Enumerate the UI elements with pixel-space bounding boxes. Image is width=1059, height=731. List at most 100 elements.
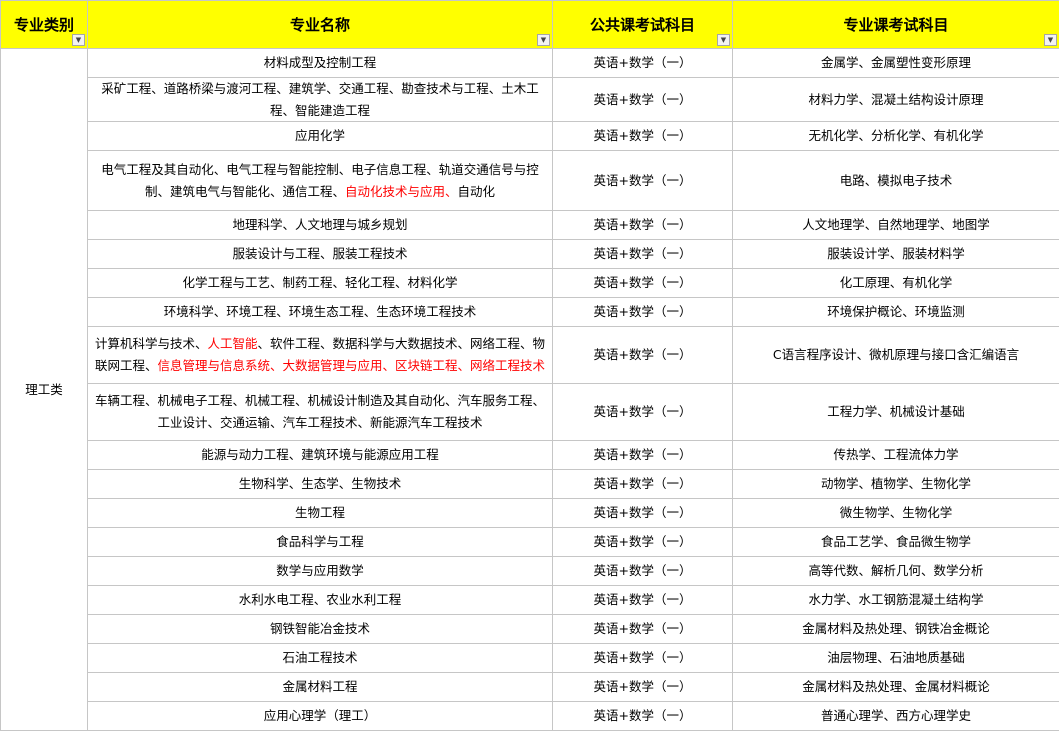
table-body: 理工类材料成型及控制工程英语+数学（一）金属学、金属塑性变形原理采矿工程、道路桥…: [1, 49, 1059, 731]
table-row: 化学工程与工艺、制药工程、轻化工程、材料化学 英语+数学（一）化工原理、有机化学: [1, 269, 1059, 298]
public-exam-cell: 英语+数学（一）: [553, 557, 733, 586]
public-exam-cell: 英语+数学（一）: [553, 499, 733, 528]
table-row: 电气工程及其自动化、电气工程与智能控制、电子信息工程、轨道交通信号与控制、建筑电…: [1, 151, 1059, 211]
table-row: 金属材料工程英语+数学（一）金属材料及热处理、金属材料概论: [1, 673, 1059, 702]
major-text: 应用化学: [295, 128, 345, 143]
major-cell: 数学与应用数学: [88, 557, 553, 586]
header-category-label: 专业类别: [14, 16, 74, 34]
table-row: 钢铁智能冶金技术英语+数学（一）金属材料及热处理、钢铁冶金概论: [1, 615, 1059, 644]
public-exam-cell: 英语+数学（一）: [553, 441, 733, 470]
major-cell: 环境科学、环境工程、环境生态工程、生态环境工程技术: [88, 298, 553, 327]
header-public-exam: 公共课考试科目 ▼: [553, 1, 733, 49]
table-row: 生物科学、生态学、生物技术 英语+数学（一）动物学、植物学、生物化学: [1, 470, 1059, 499]
major-cell: 生物科学、生态学、生物技术: [88, 470, 553, 499]
major-text: 生物工程: [295, 505, 345, 520]
professional-exam-cell: 油层物理、石油地质基础: [733, 644, 1059, 673]
header-major: 专业名称 ▼: [88, 1, 553, 49]
major-cell: 计算机科学与技术、人工智能、软件工程、数据科学与大数据技术、网络工程、物联网工程…: [88, 327, 553, 384]
public-exam-cell: 英语+数学（一）: [553, 327, 733, 384]
major-text: 石油工程技术: [282, 650, 357, 665]
table-row: 地理科学、人文地理与城乡规划英语+数学（一）人文地理学、自然地理学、地图学: [1, 211, 1059, 240]
table-row: 车辆工程、机械电子工程、机械工程、机械设计制造及其自动化、汽车服务工程、工业设计…: [1, 384, 1059, 441]
professional-exam-cell: 水力学、水工钢筋混凝土结构学: [733, 586, 1059, 615]
major-text: 食品科学与工程: [276, 534, 364, 549]
public-exam-cell: 英语+数学（一）: [553, 122, 733, 151]
table-row: 环境科学、环境工程、环境生态工程、生态环境工程技术 英语+数学（一）环境保护概论、…: [1, 298, 1059, 327]
public-exam-cell: 英语+数学（一）: [553, 151, 733, 211]
professional-exam-cell: 人文地理学、自然地理学、地图学: [733, 211, 1059, 240]
major-cell: 石油工程技术: [88, 644, 553, 673]
public-exam-cell: 英语+数学（一）: [553, 384, 733, 441]
major-text: 生物科学、生态学、生物技术: [239, 476, 402, 491]
professional-exam-cell: C语言程序设计、微机原理与接口含汇编语言: [733, 327, 1059, 384]
table-row: 数学与应用数学英语+数学（一）高等代数、解析几何、数学分析: [1, 557, 1059, 586]
professional-exam-cell: 动物学、植物学、生物化学: [733, 470, 1059, 499]
table-row: 能源与动力工程、建筑环境与能源应用工程 英语+数学（一）传热学、工程流体力学: [1, 441, 1059, 470]
table-row: 生物工程 英语+数学（一）微生物学、生物化学: [1, 499, 1059, 528]
major-cell: 材料成型及控制工程: [88, 49, 553, 78]
public-exam-cell: 英语+数学（一）: [553, 78, 733, 122]
major-text: 应用心理学（理工）: [264, 708, 377, 723]
category-filter-dropdown-icon[interactable]: ▼: [72, 34, 85, 46]
table-row: 理工类材料成型及控制工程英语+数学（一）金属学、金属塑性变形原理: [1, 49, 1059, 78]
major-text: 化学工程与工艺、制药工程、轻化工程、材料化学: [182, 275, 457, 290]
professional-exam-cell: 工程力学、机械设计基础: [733, 384, 1059, 441]
header-row: 专业类别 ▼ 专业名称 ▼ 公共课考试科目 ▼ 专业课考试科目 ▼: [1, 1, 1059, 49]
major-text: 能源与动力工程、建筑环境与能源应用工程: [201, 447, 439, 462]
public-exam-cell: 英语+数学（一）: [553, 528, 733, 557]
highlighted-major-text: 人工智能: [207, 336, 257, 351]
header-major-label: 专业名称: [290, 16, 350, 34]
professional-exam-cell: 食品工艺学、食品微生物学: [733, 528, 1059, 557]
public-exam-cell: 英语+数学（一）: [553, 615, 733, 644]
table-row: 应用化学英语+数学（一）无机化学、分析化学、有机化学: [1, 122, 1059, 151]
table-row: 水利水电工程、农业水利工程 英语+数学（一）水力学、水工钢筋混凝土结构学: [1, 586, 1059, 615]
major-text: 材料成型及控制工程: [264, 55, 377, 70]
public-exam-cell: 英语+数学（一）: [553, 586, 733, 615]
major-cell: 地理科学、人文地理与城乡规划: [88, 211, 553, 240]
major-cell: 钢铁智能冶金技术: [88, 615, 553, 644]
public-exam-cell: 英语+数学（一）: [553, 49, 733, 78]
table-row: 石油工程技术英语+数学（一）油层物理、石油地质基础: [1, 644, 1059, 673]
major-text: 水利水电工程、农业水利工程: [239, 592, 402, 607]
professional-exam-cell: 材料力学、混凝土结构设计原理: [733, 78, 1059, 122]
major-cell: 化学工程与工艺、制药工程、轻化工程、材料化学: [88, 269, 553, 298]
table-row: 服装设计与工程、服装工程技术英语+数学（一）服装设计学、服装材料学: [1, 240, 1059, 269]
professional-exam-cell: 微生物学、生物化学: [733, 499, 1059, 528]
major-cell: 服装设计与工程、服装工程技术: [88, 240, 553, 269]
table-row: 应用心理学（理工）英语+数学（一）普通心理学、西方心理学史: [1, 702, 1059, 731]
major-text: 采矿工程、道路桥梁与渡河工程、建筑学、交通工程、勘查技术与工程、土木工程、智能建…: [101, 81, 539, 118]
major-text: 环境科学、环境工程、环境生态工程、生态环境工程技术: [164, 304, 477, 319]
public-exam-filter-dropdown-icon[interactable]: ▼: [717, 34, 730, 46]
major-cell: 电气工程及其自动化、电气工程与智能控制、电子信息工程、轨道交通信号与控制、建筑电…: [88, 151, 553, 211]
professional-exam-cell: 服装设计学、服装材料学: [733, 240, 1059, 269]
major-cell: 水利水电工程、农业水利工程: [88, 586, 553, 615]
public-exam-cell: 英语+数学（一）: [553, 470, 733, 499]
public-exam-cell: 英语+数学（一）: [553, 211, 733, 240]
highlighted-major-text: 自动化技术与应用、: [345, 184, 458, 199]
public-exam-cell: 英语+数学（一）: [553, 298, 733, 327]
header-category: 专业类别 ▼: [1, 1, 88, 49]
major-cell: 能源与动力工程、建筑环境与能源应用工程: [88, 441, 553, 470]
major-cell: 应用化学: [88, 122, 553, 151]
major-cell: 应用心理学（理工）: [88, 702, 553, 731]
major-filter-dropdown-icon[interactable]: ▼: [537, 34, 550, 46]
professional-exam-filter-dropdown-icon[interactable]: ▼: [1044, 34, 1057, 46]
professional-exam-cell: 金属材料及热处理、金属材料概论: [733, 673, 1059, 702]
professional-exam-cell: 传热学、工程流体力学: [733, 441, 1059, 470]
professional-exam-cell: 化工原理、有机化学: [733, 269, 1059, 298]
major-cell: 车辆工程、机械电子工程、机械工程、机械设计制造及其自动化、汽车服务工程、工业设计…: [88, 384, 553, 441]
public-exam-cell: 英语+数学（一）: [553, 240, 733, 269]
category-cell: 理工类: [1, 49, 88, 731]
table-row: 计算机科学与技术、人工智能、软件工程、数据科学与大数据技术、网络工程、物联网工程…: [1, 327, 1059, 384]
major-text: 自动化: [458, 184, 496, 199]
major-text: 数学与应用数学: [276, 563, 364, 578]
major-text: 车辆工程、机械电子工程、机械工程、机械设计制造及其自动化、汽车服务工程、工业设计…: [95, 393, 545, 430]
public-exam-cell: 英语+数学（一）: [553, 702, 733, 731]
table-row: 采矿工程、道路桥梁与渡河工程、建筑学、交通工程、勘查技术与工程、土木工程、智能建…: [1, 78, 1059, 122]
major-cell: 食品科学与工程: [88, 528, 553, 557]
public-exam-cell: 英语+数学（一）: [553, 673, 733, 702]
professional-exam-cell: 环境保护概论、环境监测: [733, 298, 1059, 327]
header-professional-exam-label: 专业课考试科目: [843, 16, 948, 34]
table-row: 食品科学与工程 英语+数学（一）食品工艺学、食品微生物学: [1, 528, 1059, 557]
public-exam-cell: 英语+数学（一）: [553, 269, 733, 298]
